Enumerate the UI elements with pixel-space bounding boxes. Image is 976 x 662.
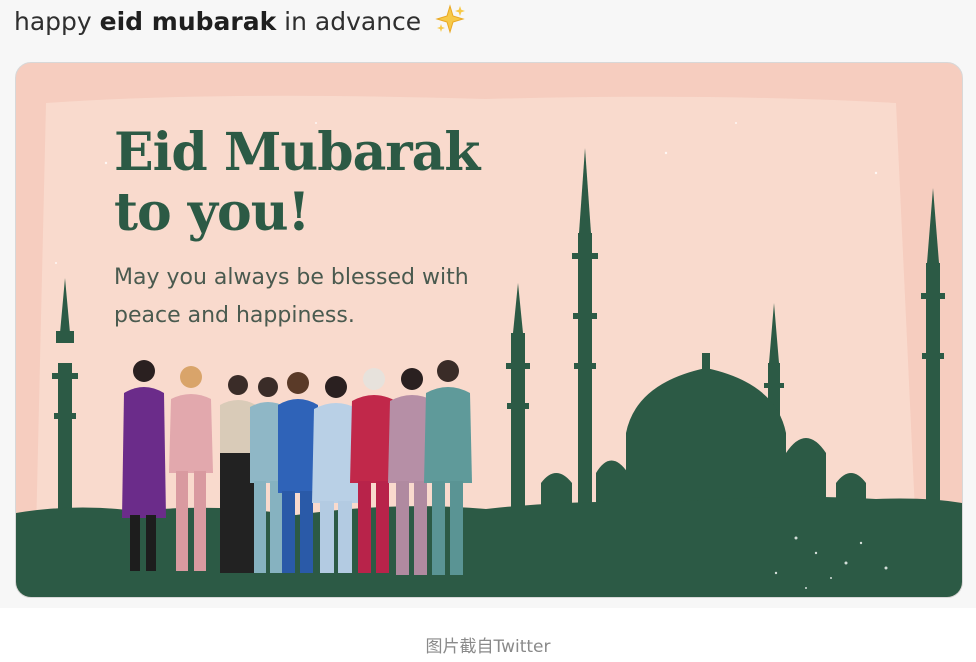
sparkles-icon <box>435 4 466 44</box>
greeting-wish: May you always be blessed with peace and… <box>114 259 469 335</box>
wish-line-1: May you always be blessed with <box>114 265 469 290</box>
wish-line-2: peace and happiness. <box>114 303 355 328</box>
tweet-text-start: happy <box>14 7 100 36</box>
tweet-text: happy eid mubarak in advance <box>14 4 466 44</box>
tweet-text-end: in advance <box>276 7 422 36</box>
tweet-text-bold: eid mubarak <box>99 7 277 36</box>
image-caption: 图片截自Twitter <box>425 637 551 657</box>
headline-line-1: Eid Mubarak <box>114 122 480 183</box>
greeting-headline: Eid Mubarak to you! <box>114 122 480 243</box>
eid-greeting-image[interactable]: Eid Mubarak to you! May you always be bl… <box>15 62 963 598</box>
headline-line-2: to you! <box>114 182 310 243</box>
tweet-container: happy eid mubarak in advance Eid Mubarak… <box>0 0 976 608</box>
